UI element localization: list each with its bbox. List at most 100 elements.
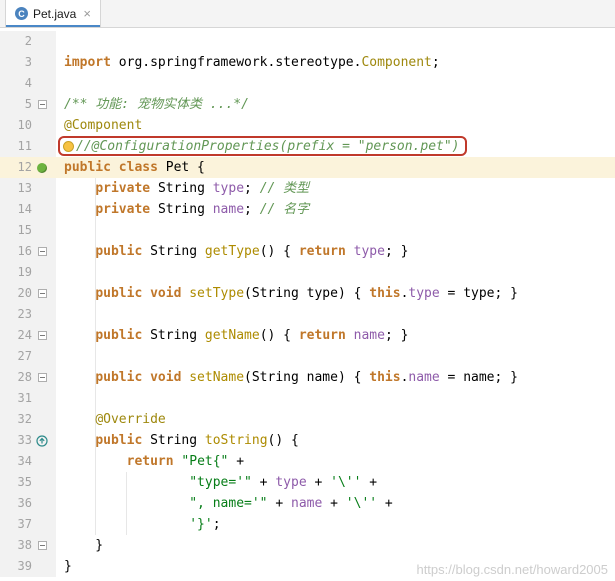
gutter: 31 [0, 388, 56, 409]
code-line[interactable]: 31 [0, 388, 615, 409]
code-line[interactable]: 16 public String getType() { return type… [0, 241, 615, 262]
code-token: return [298, 328, 354, 343]
code-line[interactable]: 35 "type='" + type + '\'' + [0, 472, 615, 493]
code-line[interactable]: 33 public String toString() { [0, 430, 615, 451]
code-line[interactable]: 10 @Component [0, 115, 615, 136]
code-token: setName [189, 370, 245, 385]
code-line[interactable]: 23 [0, 304, 615, 325]
line-number: 24 [17, 328, 32, 342]
line-number: 36 [17, 496, 32, 510]
code-line[interactable]: 13 private String type; // 类型 [0, 178, 615, 199]
code-token: type [212, 181, 245, 196]
fold-icon[interactable] [37, 373, 47, 382]
code-line[interactable]: 20 public void setType(String type) { th… [0, 283, 615, 304]
code-text: private String name; // 名字 [56, 199, 615, 220]
code-token: String [157, 202, 213, 217]
code-token: @Override [95, 412, 166, 427]
code-line[interactable]: 3 import org.springframework.stereotype.C… [0, 52, 615, 73]
code-line[interactable]: 5 /** 功能: 宠物实体类 ...*/ [0, 94, 615, 115]
gutter: 32 [0, 409, 56, 430]
fold-icon[interactable] [37, 331, 47, 340]
code-token: name [212, 202, 245, 217]
gutter-slot [32, 247, 52, 256]
code-token: + [228, 454, 245, 469]
code-line[interactable]: 32 @Override [0, 409, 615, 430]
code-line[interactable]: 14 private String name; // 名字 [0, 199, 615, 220]
gutter: 16 [0, 241, 56, 262]
code-token: + [361, 475, 378, 490]
code-line[interactable]: 4 [0, 73, 615, 94]
fold-icon[interactable] [37, 541, 47, 550]
code-token: + [377, 496, 393, 511]
code-line[interactable]: 19 [0, 262, 615, 283]
code-token: org.springframework.stereotype. [118, 55, 362, 70]
gutter: 20 [0, 283, 56, 304]
code-line[interactable]: 24 public String getName() { return name… [0, 325, 615, 346]
code-token: String [157, 181, 213, 196]
line-number: 2 [24, 34, 32, 48]
gutter: 33 [0, 430, 56, 451]
code-line[interactable]: 37 '}'; [0, 514, 615, 535]
code-text: '}'; [56, 514, 615, 535]
code-line[interactable]: 11 //@ConfigurationProperties(prefix = "p… [0, 136, 615, 157]
gutter-slot [32, 289, 52, 298]
gutter: 39 [0, 556, 56, 577]
code-token: ; [212, 517, 221, 532]
code-token: ; } [384, 244, 409, 259]
code-token: this [369, 286, 401, 301]
line-number: 39 [17, 559, 32, 573]
code-line[interactable]: 38 } [0, 535, 615, 556]
intention-bulb-icon[interactable] [63, 140, 74, 152]
code-area[interactable]: 2 3 import org.springframework.stereotype.… [0, 31, 615, 577]
code-token: this [369, 370, 401, 385]
override-method-icon[interactable] [36, 434, 48, 447]
code-token: import [64, 55, 119, 70]
spring-bean-icon[interactable] [37, 162, 47, 173]
code-text: private String type; // 类型 [56, 178, 615, 199]
code-text: public String toString() { [56, 430, 615, 451]
line-number: 28 [17, 370, 32, 384]
code-token: private [95, 181, 158, 196]
tab-pet-java[interactable]: C Pet.java × [5, 0, 101, 27]
close-tab-icon[interactable]: × [83, 7, 91, 20]
code-token: name [291, 496, 323, 511]
code-token: '\'' [330, 475, 362, 490]
code-line[interactable]: 15 [0, 220, 615, 241]
gutter-slot [32, 162, 52, 173]
code-token: getName [204, 328, 260, 343]
line-number: 35 [17, 475, 32, 489]
code-token: @Component [64, 118, 143, 133]
code-text: "type='" + type + '\'' + [56, 472, 615, 493]
code-line[interactable]: 36 ", name='" + name + '\'' + [0, 493, 615, 514]
editor[interactable]: 2 3 import org.springframework.stereotype.… [0, 29, 615, 581]
code-text: @Override [56, 409, 615, 430]
line-number: 34 [17, 454, 32, 468]
code-text: public String getType() { return type; } [56, 241, 615, 262]
line-number: 14 [17, 202, 32, 216]
line-number: 5 [24, 97, 32, 111]
watermark: https://blog.csdn.net/howard2005 [416, 562, 608, 577]
code-line[interactable]: 34 return "Pet{" + [0, 451, 615, 472]
code-token: private [95, 202, 158, 217]
gutter: 2 [0, 31, 56, 52]
code-token: () { [259, 328, 299, 343]
fold-icon[interactable] [37, 247, 47, 256]
code-token: ; } [384, 328, 409, 343]
gutter: 34 [0, 451, 56, 472]
code-token: + [306, 475, 331, 490]
ide-window: C Pet.java × 2 3 import org.springframewor… [0, 0, 615, 581]
code-token: ", name='" [189, 496, 268, 511]
code-line[interactable]: 28 public void setName(String name) { th… [0, 367, 615, 388]
code-line[interactable]: 2 [0, 31, 615, 52]
code-line[interactable]: 27 [0, 346, 615, 367]
fold-icon[interactable] [37, 289, 47, 298]
code-line[interactable]: 12 public class Pet { [0, 157, 615, 178]
fold-icon[interactable] [37, 100, 47, 109]
